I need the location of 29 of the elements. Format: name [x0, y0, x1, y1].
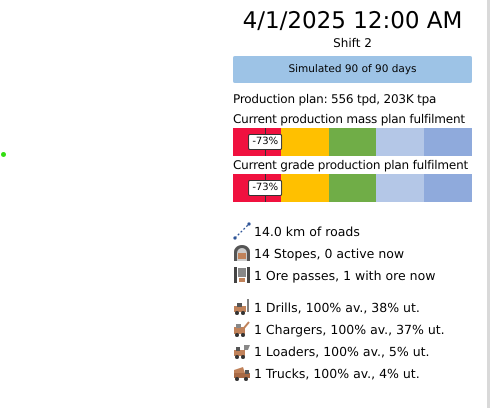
gauge-segment	[280, 174, 329, 202]
charger-vehicle-icon	[233, 320, 251, 338]
gauge-title: Current grade production plan fulfilment	[233, 157, 470, 174]
equipment-stat: 1 Loaders, 100% av., 5% ut.	[254, 344, 430, 358]
stat-text: 14 Stopes, 0 active now	[254, 246, 404, 260]
equipment-stat: 1 Drills, 100% av., 38% ut.	[254, 300, 420, 314]
date-time: 4/1/2025 12:00 AM	[242, 7, 464, 36]
gauge-reading: -73%	[248, 134, 282, 150]
gauge-segment	[376, 128, 424, 156]
ore-pass-icon	[233, 266, 251, 284]
stat-text: 1 Ore passes, 1 with ore now	[254, 268, 436, 282]
gauge-title: Current production mass plan fulfilment	[233, 111, 466, 128]
equipment-stat: 1 Trucks, 100% av., 4% ut.	[254, 366, 420, 380]
production-plan: Production plan: 556 tpd, 203K tpa	[233, 91, 438, 108]
gauge-reading: -73%	[248, 180, 282, 196]
shift-label: Shift 2	[332, 36, 373, 50]
gauge-segment	[424, 174, 472, 202]
gauge-segment	[376, 174, 424, 202]
equipment-stat: 1 Chargers, 100% av., 37% ut.	[254, 322, 445, 336]
gauge-segment	[328, 174, 376, 202]
drill-rig-icon	[233, 298, 251, 316]
gauge-segment	[424, 128, 472, 156]
dump-truck-icon	[233, 364, 251, 382]
gauge-segment	[328, 128, 376, 156]
tunnel-icon	[233, 244, 251, 262]
road-line-icon	[233, 222, 251, 240]
loader-vehicle-icon	[233, 342, 251, 360]
stat-text: 14.0 km of roads	[254, 224, 360, 238]
gauge-segment	[280, 128, 329, 156]
